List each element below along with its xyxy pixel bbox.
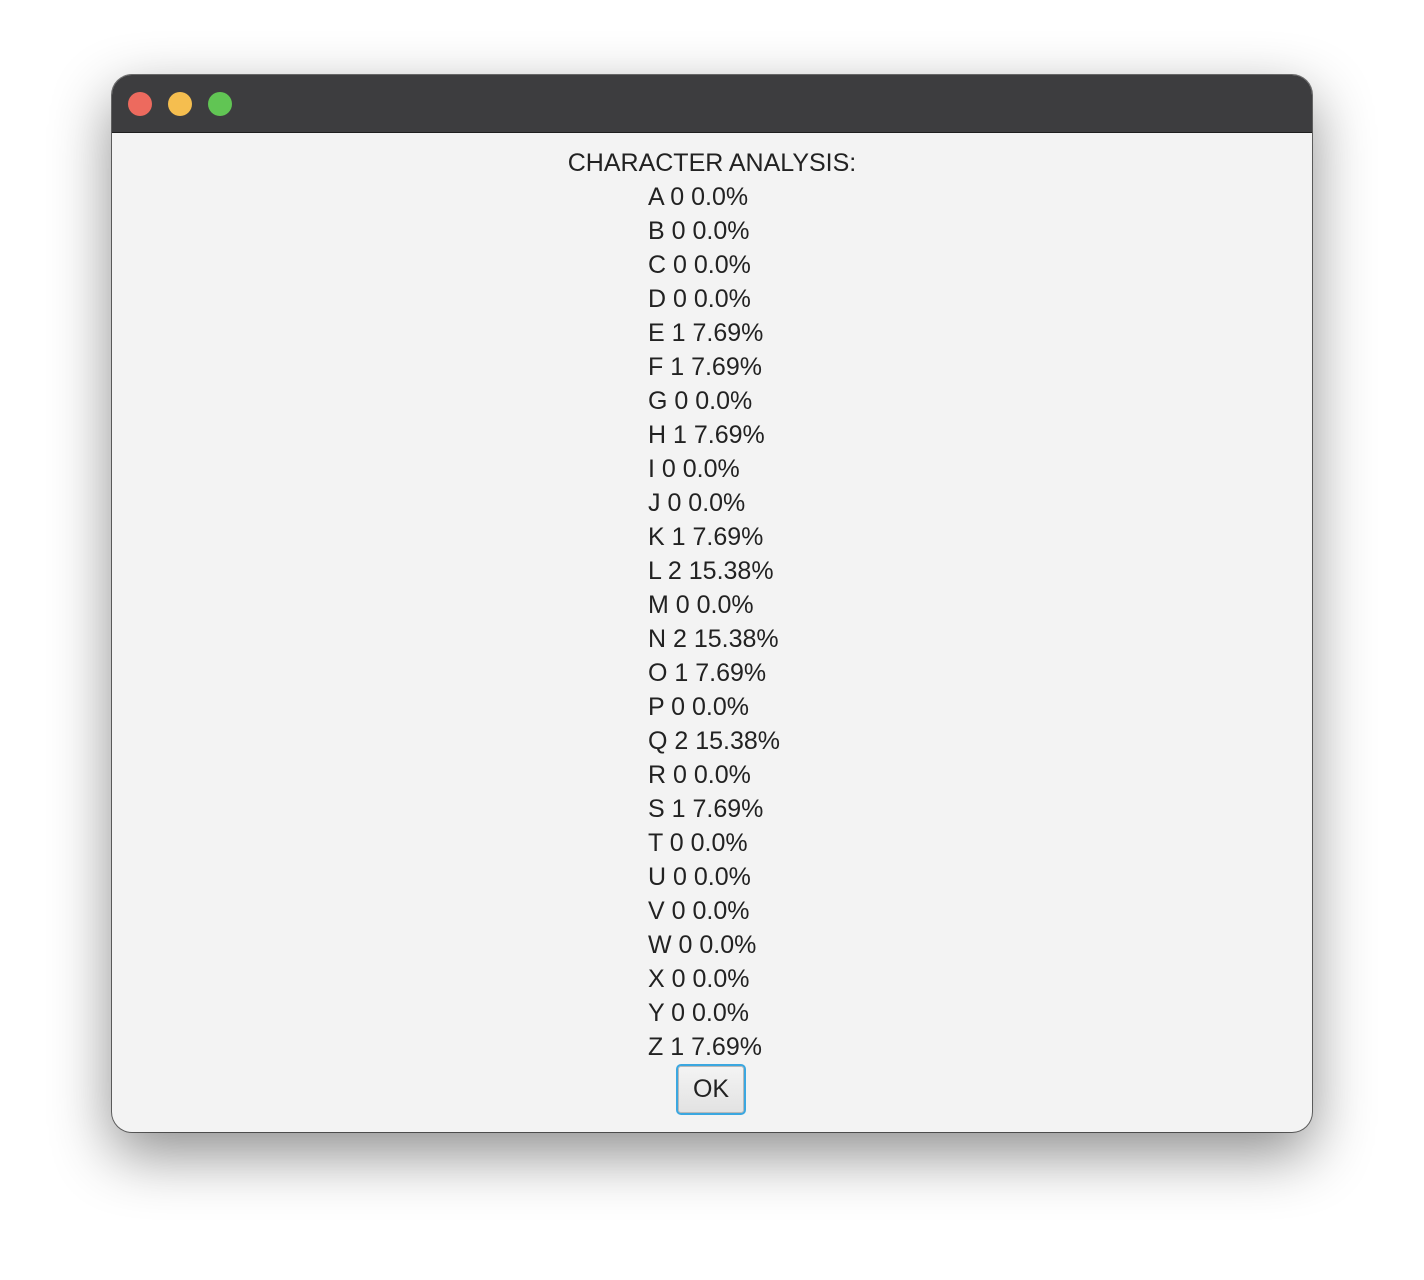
analysis-heading: CHARACTER ANALYSIS: (567, 149, 857, 177)
close-window-button[interactable] (128, 92, 152, 116)
character-row-a: A 0 0.0% (648, 183, 749, 211)
ok-button[interactable]: OK (676, 1064, 746, 1115)
character-row-i: I 0 0.0% (648, 455, 740, 483)
character-row-v: V 0 0.0% (648, 897, 750, 925)
character-analysis-list: A 0 0.0% B 0 0.0% C 0 0.0% D 0 0.0% E 1 … (648, 180, 948, 1064)
character-row-j: J 0 0.0% (648, 489, 746, 517)
character-row-x: X 0 0.0% (648, 965, 750, 993)
character-row-s: S 1 7.69% (648, 795, 764, 823)
character-row-k: K 1 7.69% (648, 523, 764, 551)
character-row-t: T 0 0.0% (648, 829, 748, 857)
character-row-o: O 1 7.69% (648, 659, 767, 687)
character-row-f: F 1 7.69% (648, 353, 762, 381)
character-row-c: C 0 0.0% (648, 251, 751, 279)
character-row-l: L 2 15.38% (648, 557, 774, 585)
dialog-window: CHARACTER ANALYSIS: A 0 0.0% B 0 0.0% C … (112, 75, 1312, 1132)
character-row-p: P 0 0.0% (648, 693, 750, 721)
character-row-w: W 0 0.0% (648, 931, 757, 959)
character-row-g: G 0 0.0% (648, 387, 753, 415)
character-row-b: B 0 0.0% (648, 217, 750, 245)
zoom-window-button[interactable] (208, 92, 232, 116)
title-bar[interactable] (112, 75, 1312, 133)
character-row-h: H 1 7.69% (648, 421, 765, 449)
character-row-m: M 0 0.0% (648, 591, 754, 619)
character-row-r: R 0 0.0% (648, 761, 751, 789)
character-row-n: N 2 15.38% (648, 625, 779, 653)
minimize-window-button[interactable] (168, 92, 192, 116)
character-row-q: Q 2 15.38% (648, 727, 781, 755)
character-row-d: D 0 0.0% (648, 285, 751, 313)
character-row-y: Y 0 0.0% (648, 999, 750, 1027)
dialog-content: CHARACTER ANALYSIS: A 0 0.0% B 0 0.0% C … (112, 133, 1312, 1132)
character-row-e: E 1 7.69% (648, 319, 764, 347)
character-row-u: U 0 0.0% (648, 863, 751, 891)
character-row-z: Z 1 7.69% (648, 1033, 762, 1061)
